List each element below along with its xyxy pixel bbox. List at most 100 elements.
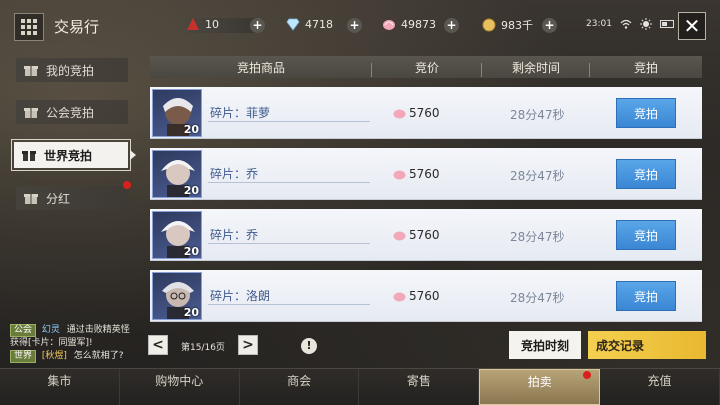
info-icon[interactable]: ! (301, 338, 317, 354)
table-header: 竞拍商品 竞价 剩余时间 竞拍 (150, 56, 702, 78)
tab-guild-auction[interactable]: 公会竞拍 (16, 100, 128, 124)
prev-page-button[interactable]: < (148, 335, 168, 355)
chat-sender: [秋煜] (41, 351, 67, 361)
table-row: 20 碎片：乔 5760 28分47秒 竞拍 (150, 209, 702, 261)
bottom-nav: 集市 购物中心 商会 寄售 拍卖 充值 (0, 368, 720, 405)
level-badge: 20 (183, 123, 199, 136)
nav-market[interactable]: 集市 (0, 369, 120, 405)
system-status: 23:01 (586, 18, 674, 30)
diamond-value: 4718 (305, 17, 333, 31)
nav-recharge[interactable]: 充值 (600, 369, 720, 405)
level-badge: 20 (183, 306, 199, 319)
item-portrait: 20 (152, 89, 202, 137)
add-diamond-button[interactable]: + (347, 18, 362, 33)
next-page-button[interactable]: > (238, 335, 258, 355)
price-value: 5760 (409, 106, 440, 120)
remaining-time: 28分47秒 (510, 169, 565, 183)
shell-icon (393, 231, 406, 240)
price-value: 5760 (409, 289, 440, 303)
shell-icon (393, 292, 406, 301)
gift-icon (22, 151, 36, 161)
auction-time-button[interactable]: 竞拍时刻 (509, 331, 581, 359)
gift-icon (24, 108, 38, 118)
column-header-time: 剩余时间 (482, 59, 590, 77)
item-name: 碎片：乔 (210, 167, 259, 181)
notification-dot (123, 181, 131, 189)
tab-world-auction[interactable]: 世界竞拍 (11, 139, 136, 171)
top-bar: 交易行 10 + 4718 + 49873 + 983千 + 23:01 ✕ (0, 0, 720, 52)
tab-label: 我的竞拍 (46, 63, 95, 78)
level-badge: 20 (183, 245, 199, 258)
tab-dividends[interactable]: 分红 (16, 186, 128, 210)
nav-auction[interactable]: 拍卖 (479, 369, 601, 405)
nav-chamber[interactable]: 商会 (240, 369, 360, 405)
page-title: 交易行 (54, 18, 100, 36)
chat-message[interactable]: 世界 [秋煜] 怎么就相了? (10, 348, 124, 363)
shell-icon (393, 170, 406, 179)
item-portrait: 20 (152, 211, 202, 259)
tab-label: 分红 (46, 191, 71, 206)
battery-icon (659, 20, 674, 28)
table-row: 20 碎片：菲萝 5760 28分47秒 竞拍 (150, 87, 702, 139)
table-row: 20 碎片：洛朗 5760 28分47秒 竞拍 (150, 270, 702, 322)
grid-icon (21, 19, 37, 35)
bid-button[interactable]: 竞拍 (616, 281, 676, 311)
remaining-time: 28分47秒 (510, 108, 565, 122)
trade-record-button[interactable]: 成交记录 (588, 331, 706, 359)
nav-shopping-center[interactable]: 购物中心 (120, 369, 240, 405)
gold-display: 983千 (482, 17, 533, 33)
bid-price: 5760 (393, 289, 440, 303)
remaining-time: 28分47秒 (510, 230, 565, 244)
chat-sender: 幻灵 (41, 325, 60, 335)
add-stamina-button[interactable]: + (250, 18, 265, 33)
bid-price: 5760 (393, 106, 440, 120)
tab-my-auctions[interactable]: 我的竞拍 (16, 58, 128, 82)
stamina-icon (187, 18, 199, 30)
diamond-icon (286, 18, 300, 31)
column-header-price: 竞价 (372, 59, 482, 77)
close-button[interactable]: ✕ (678, 12, 706, 40)
add-shell-button[interactable]: + (444, 18, 459, 33)
column-header-bid: 竞拍 (633, 60, 658, 75)
divider (208, 304, 370, 305)
price-value: 5760 (409, 167, 440, 181)
bid-button[interactable]: 竞拍 (616, 159, 676, 189)
shell-value: 49873 (401, 17, 436, 31)
divider (208, 182, 370, 183)
chat-message[interactable]: 获得[卡片：同盟军]! (10, 335, 93, 348)
wifi-icon (620, 19, 632, 29)
nav-consignment[interactable]: 寄售 (359, 369, 480, 405)
item-portrait: 20 (152, 150, 202, 198)
stamina-value: 10 (205, 17, 219, 31)
bid-price: 5760 (393, 228, 440, 242)
remaining-time: 28分47秒 (510, 291, 565, 305)
shell-display: 49873 (382, 17, 436, 31)
stamina-display: 10 (186, 17, 219, 31)
bid-button[interactable]: 竞拍 (616, 98, 676, 128)
divider (208, 121, 370, 122)
divider (208, 243, 370, 244)
chat-text: 怎么就相了? (73, 351, 124, 361)
gift-icon (24, 194, 38, 204)
chat-text: 获得[卡片：同盟军]! (10, 338, 93, 348)
tab-label: 公会竞拍 (46, 105, 95, 120)
bid-button[interactable]: 竞拍 (616, 220, 676, 250)
shell-icon (383, 20, 395, 30)
nav-label: 拍卖 (527, 375, 552, 389)
chat-channel-tag: 世界 (10, 350, 37, 363)
menu-grid-button[interactable] (14, 13, 44, 41)
bid-price: 5760 (393, 167, 440, 181)
item-portrait: 20 (152, 272, 202, 320)
diamond-display: 4718 (286, 17, 333, 31)
item-name: 碎片：乔 (210, 228, 259, 242)
chat-text: 通过击败精英怪 (66, 325, 130, 335)
page-indicator: 第15/16页 (181, 343, 225, 353)
gold-value: 983千 (501, 19, 533, 32)
gift-icon (24, 66, 38, 76)
table-row: 20 碎片：乔 5760 28分47秒 竞拍 (150, 148, 702, 200)
price-value: 5760 (409, 228, 440, 242)
brightness-icon (639, 18, 652, 30)
add-gold-button[interactable]: + (542, 18, 557, 33)
item-name: 碎片：菲萝 (210, 106, 271, 120)
gold-coin-icon (482, 18, 496, 32)
